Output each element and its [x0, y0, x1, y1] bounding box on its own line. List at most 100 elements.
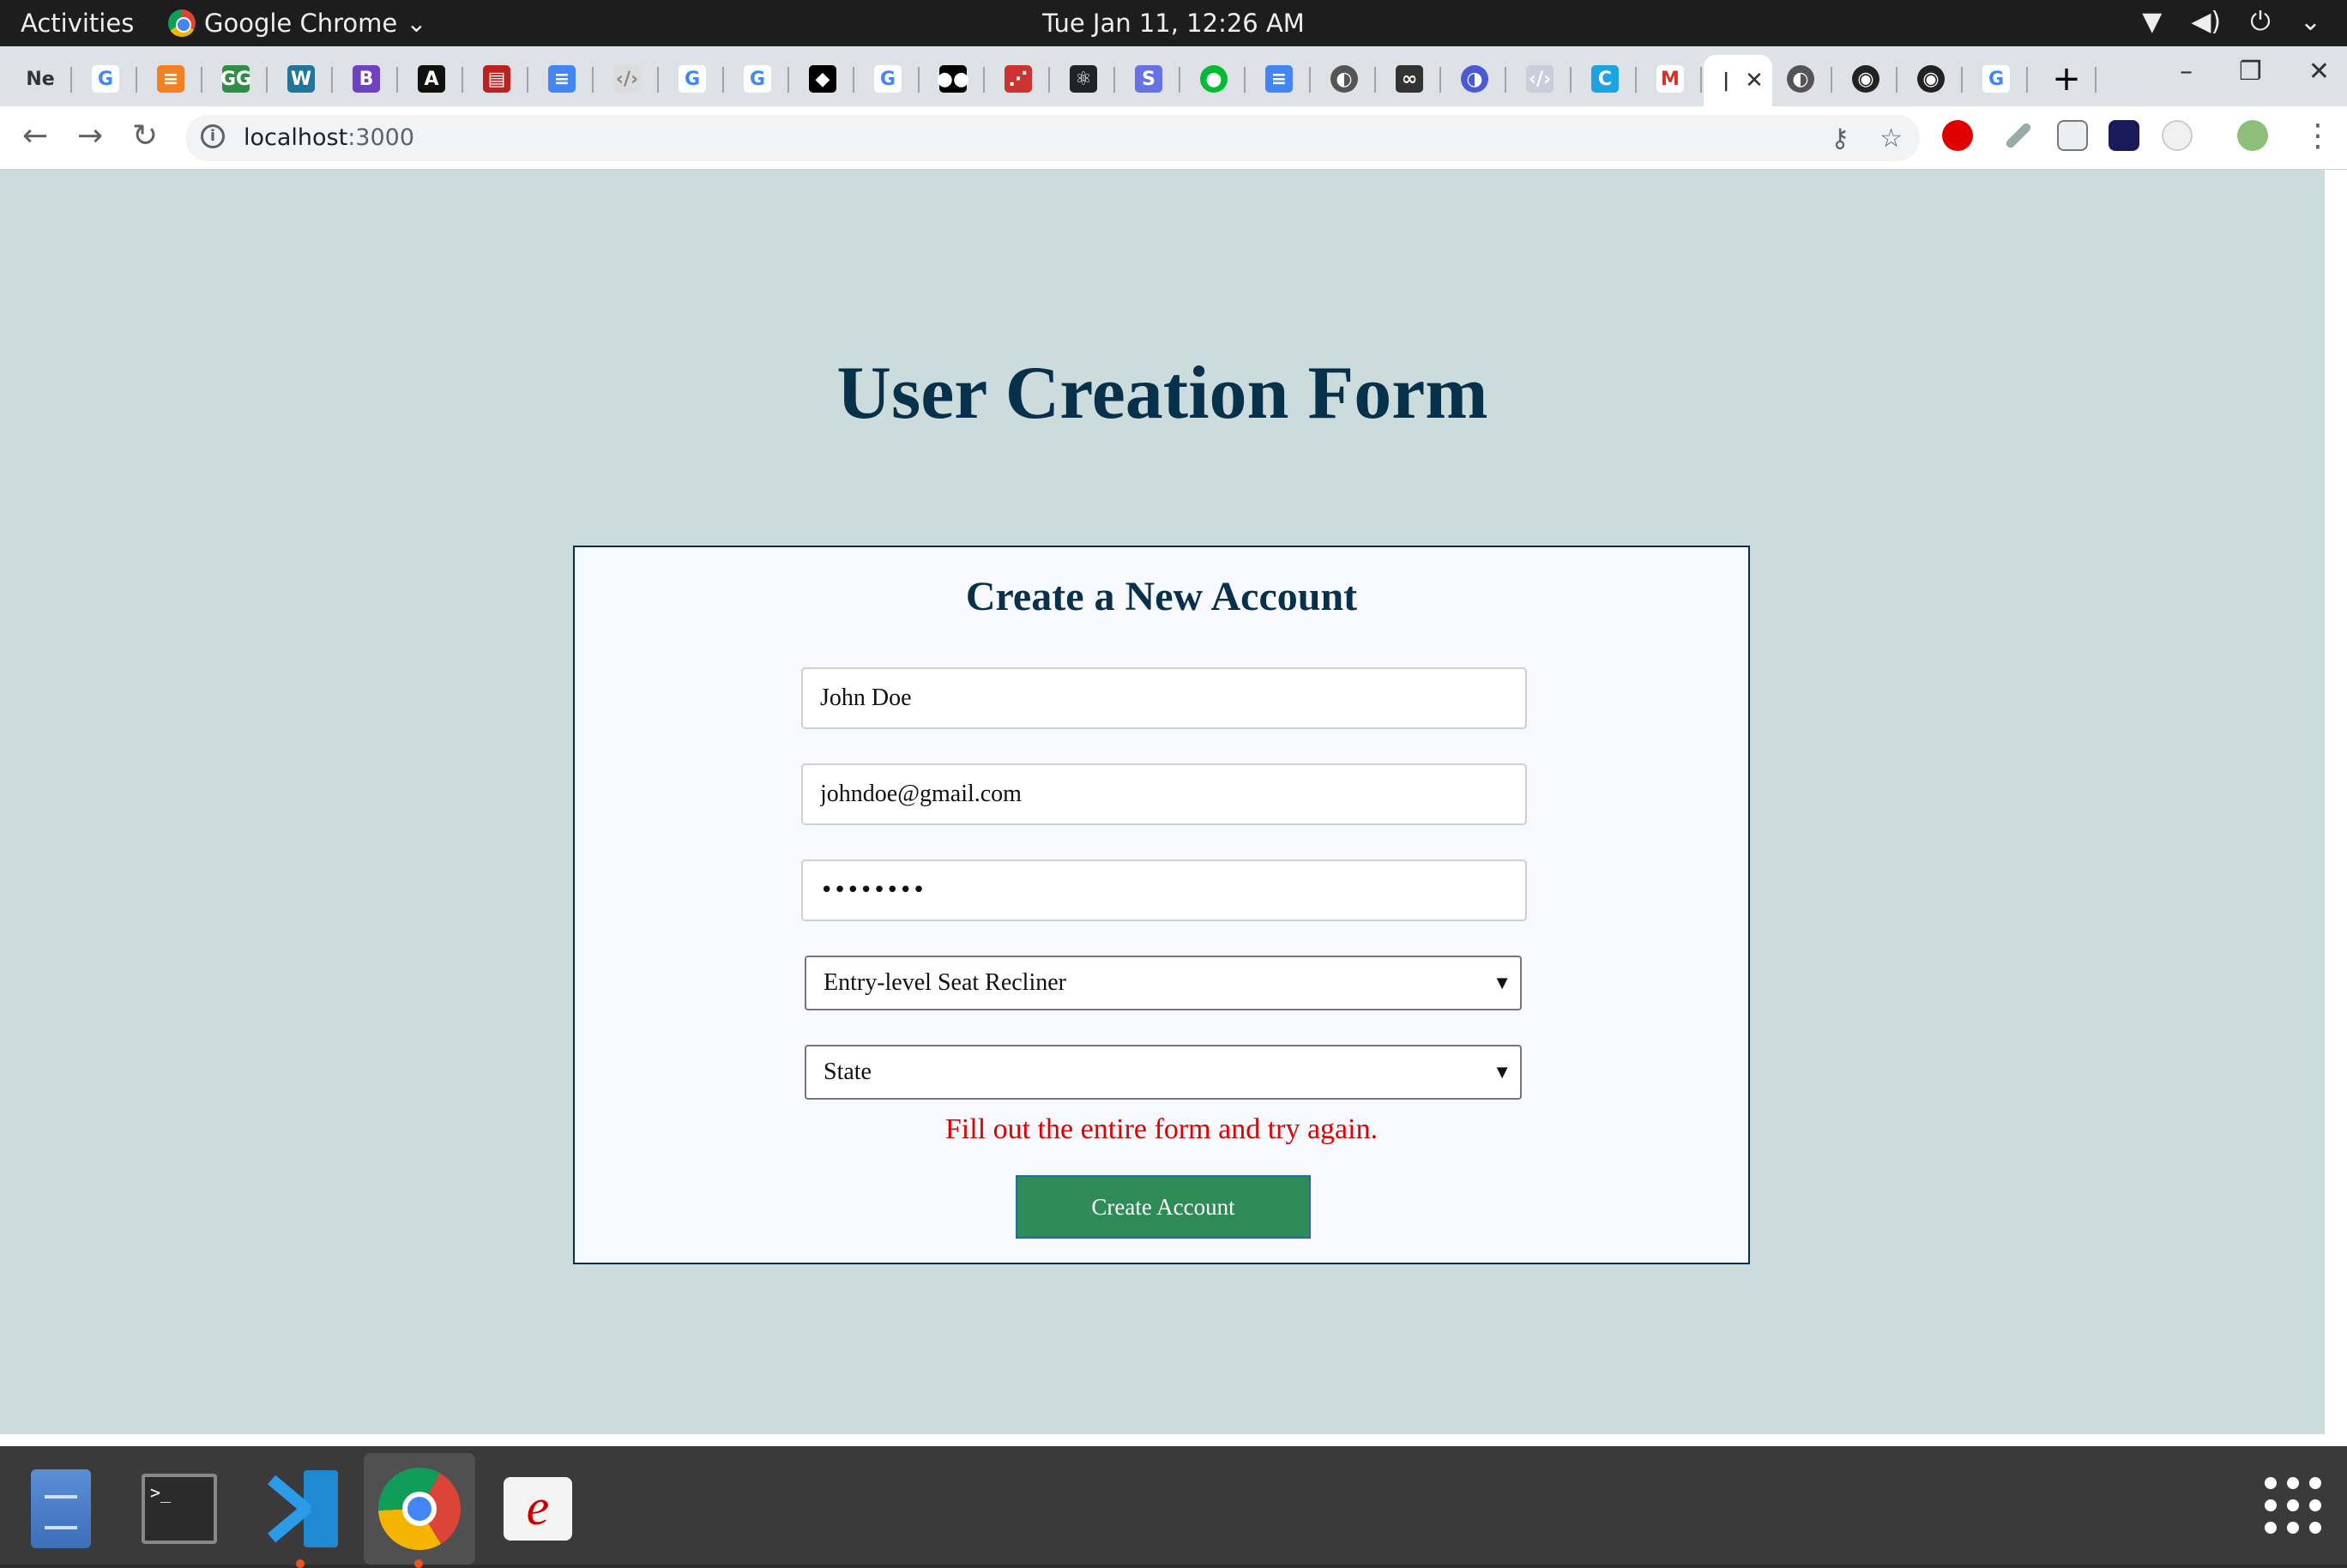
browser-tab[interactable]: ≡ [530, 55, 594, 103]
browser-tab[interactable]: A [400, 55, 463, 103]
minimize-icon[interactable]: – [2180, 57, 2193, 87]
bootstrap-icon: B [353, 65, 380, 93]
browser-tab[interactable]: ∞ [1378, 55, 1441, 103]
browser-tab[interactable]: G [726, 55, 789, 103]
github-icon: ◉ [1917, 65, 1945, 93]
dock-terminal[interactable]: >_ [124, 1453, 235, 1565]
browser-tab[interactable]: G [1964, 55, 2028, 103]
browser-tab[interactable]: GG [204, 55, 268, 103]
browser-tab[interactable]: S [1117, 55, 1180, 103]
close-window-icon[interactable]: ✕ [2308, 57, 2330, 87]
active-tab-icon: | [1723, 69, 1730, 92]
vscode-icon [262, 1470, 340, 1547]
adblock-extension-icon[interactable] [1942, 120, 1973, 151]
codecov-icon: C [1591, 65, 1619, 93]
browser-tab[interactable]: ●● [921, 55, 985, 103]
browser-tab[interactable]: ◐ [1312, 55, 1376, 103]
clock[interactable]: Tue Jan 11, 12:26 AM [0, 9, 2347, 38]
dock-chrome[interactable] [364, 1453, 475, 1568]
page-scrollbar[interactable] [2325, 170, 2347, 1434]
google-docs-icon: ≡ [548, 65, 576, 93]
globe-icon: ◐ [1330, 65, 1358, 93]
menu-kebab-icon[interactable]: ⋮ [2302, 118, 2333, 154]
browser-tab[interactable]: ≡ [139, 55, 202, 103]
page-viewport: User Creation Form Create a New Account … [0, 170, 2325, 1434]
medium-icon: ●● [937, 65, 969, 93]
browser-tab[interactable]: | ✕ [1704, 55, 1772, 106]
browser-tab[interactable]: C [1573, 55, 1637, 103]
eyedropper-extension-icon[interactable] [2004, 121, 2033, 150]
new-tab-button[interactable]: + [2036, 55, 2097, 103]
url-text[interactable]: localhost:3000 [244, 124, 414, 151]
close-tab-icon[interactable]: ✕ [1745, 68, 1764, 93]
red-box-icon: ▤ [483, 65, 510, 93]
form-title: Create a New Account [965, 574, 1358, 619]
forward-icon[interactable]: → [77, 118, 103, 154]
browser-tab[interactable]: ≡ [1247, 55, 1311, 103]
geeksforgeeks-icon: GG [220, 65, 251, 93]
create-account-button[interactable]: Create Account [1016, 1175, 1311, 1239]
restore-icon[interactable]: ❐ [2239, 57, 2262, 87]
user-form-card: Create a New Account •••••••• Entry-leve… [573, 546, 1750, 1264]
running-indicator [296, 1559, 305, 1568]
back-icon[interactable]: ← [22, 118, 48, 154]
window-bottom-edge [0, 1434, 2347, 1446]
browser-tab[interactable]: G [661, 55, 724, 103]
google-icon: G [1982, 65, 2010, 93]
reload-icon[interactable]: ↻ [132, 118, 158, 154]
globe-icon: ◐ [1787, 65, 1814, 93]
running-indicator [414, 1559, 423, 1568]
page-title: User Creation Form [836, 352, 1488, 435]
browser-tab[interactable]: ● [1182, 55, 1246, 103]
state-select[interactable]: State ▼ [805, 1045, 1522, 1100]
cast-extension-icon[interactable] [2057, 120, 2088, 151]
dropdown-arrow-icon: ▼ [1493, 1061, 1511, 1083]
dropdown-arrow-icon: ▼ [1493, 972, 1511, 993]
profile-avatar[interactable] [2237, 120, 2268, 151]
camera-extension-icon[interactable] [2162, 120, 2193, 151]
browser-tab[interactable]: ◐ [1769, 55, 1832, 103]
browser-tab[interactable]: Ne [9, 55, 72, 103]
browser-tab[interactable]: ⚛ [1052, 55, 1115, 103]
show-applications-icon[interactable] [2265, 1477, 2321, 1534]
browser-tab[interactable]: W [269, 55, 333, 103]
wordpress-icon: W [287, 65, 315, 93]
browser-tab[interactable]: ▤ [465, 55, 528, 103]
occupation-select[interactable]: Entry-level Seat Recliner ▼ [805, 956, 1522, 1010]
info-icon[interactable]: i [201, 124, 225, 148]
codepen-icon: ‹/› [1526, 65, 1554, 93]
stripe-icon: S [1135, 65, 1162, 93]
system-tray[interactable]: ▼ ◀) ⏻ ⌄ [2142, 7, 2321, 37]
terminal-icon: >_ [142, 1474, 217, 1544]
browser-tab[interactable]: G [856, 55, 920, 103]
dots-icon: ⋰ [1005, 65, 1032, 93]
ubuntu-dock: >_ e [0, 1446, 2347, 1568]
browser-tab[interactable]: ⋰ [986, 55, 1050, 103]
browser-tab[interactable]: B [335, 55, 398, 103]
colorful-extension-icon[interactable] [2109, 120, 2139, 151]
black-app-icon: ◆ [809, 65, 836, 93]
key-icon[interactable]: ⚷ [1831, 124, 1849, 154]
browser-tab[interactable]: ◑ [1443, 55, 1506, 103]
google-icon: G [679, 65, 706, 93]
browser-tab[interactable]: ◉ [1834, 55, 1898, 103]
password-input[interactable]: •••••••• [801, 859, 1527, 921]
browser-tab[interactable]: ‹/› [1508, 55, 1572, 103]
dock-text-editor[interactable]: e [482, 1453, 594, 1565]
browser-tab[interactable]: G [74, 55, 137, 103]
linear-icon: ◑ [1461, 65, 1488, 93]
browser-tab[interactable]: ‹/› [595, 55, 659, 103]
email-input[interactable] [801, 763, 1527, 825]
dark-app-icon: A [418, 65, 445, 93]
browser-tab[interactable]: ◉ [1899, 55, 1963, 103]
chrome-icon [378, 1468, 461, 1550]
star-icon[interactable]: ☆ [1879, 124, 1903, 154]
google-docs-icon: ≡ [1265, 65, 1293, 93]
dock-vscode[interactable] [245, 1453, 357, 1568]
name-input[interactable] [801, 667, 1527, 729]
dock-files[interactable] [5, 1453, 117, 1565]
occupation-selected-value: Entry-level Seat Recliner [824, 969, 1066, 996]
browser-tab[interactable]: ◆ [791, 55, 854, 103]
browser-tab[interactable]: M [1638, 55, 1702, 103]
address-bar[interactable]: i localhost:3000 ⚷ ☆ [185, 115, 1920, 161]
